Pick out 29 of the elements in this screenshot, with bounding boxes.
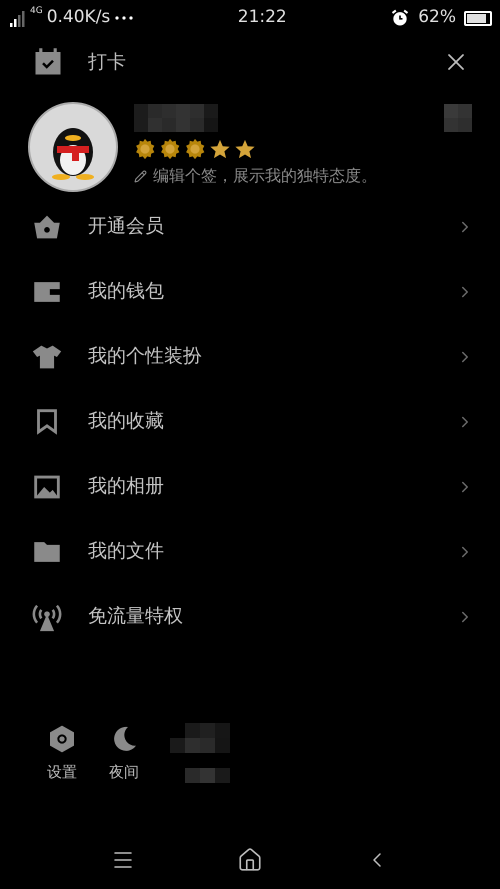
alarm-icon	[390, 8, 410, 28]
menu-label: 我的钱包	[88, 279, 165, 304]
menu-item[interactable]: 我的个性装扮	[0, 324, 500, 389]
menu-label: 免流量特权	[88, 604, 184, 630]
menu-item[interactable]: 我的钱包	[0, 259, 500, 324]
menu-item[interactable]: 我的收藏	[0, 389, 500, 454]
menu-label: 我的收藏	[88, 409, 165, 434]
battery-percent: 62%	[418, 6, 456, 30]
pixelated-area	[444, 104, 472, 132]
menu-label: 开通会员	[88, 214, 165, 240]
network-type: 4G	[30, 5, 43, 18]
more-icon	[114, 14, 134, 22]
menu-item[interactable]: 我的文件	[0, 519, 500, 584]
clock: 21:22	[238, 6, 287, 30]
bottom-action-button[interactable]: 夜间	[108, 723, 140, 784]
menu-label: 我的文件	[88, 539, 165, 564]
menu-item[interactable]: 免流量特权	[0, 584, 500, 649]
menu-label: 我的个性装扮	[88, 344, 203, 370]
bottom-action-button[interactable]: 设置	[46, 723, 78, 784]
edit-icon	[134, 170, 147, 182]
checkin-button[interactable]: 打卡	[32, 47, 126, 77]
battery-icon	[464, 10, 492, 26]
network-speed: 0.40K/s	[46, 6, 110, 30]
menu-item[interactable]: 开通会员	[0, 194, 500, 259]
pixelated-area	[170, 723, 230, 783]
home-icon[interactable]	[237, 847, 263, 873]
signature-text[interactable]: 编辑个签，展示我的独特态度。	[153, 164, 377, 188]
menu-label: 我的相册	[88, 474, 165, 500]
menu-item[interactable]: 我的相册	[0, 454, 500, 519]
